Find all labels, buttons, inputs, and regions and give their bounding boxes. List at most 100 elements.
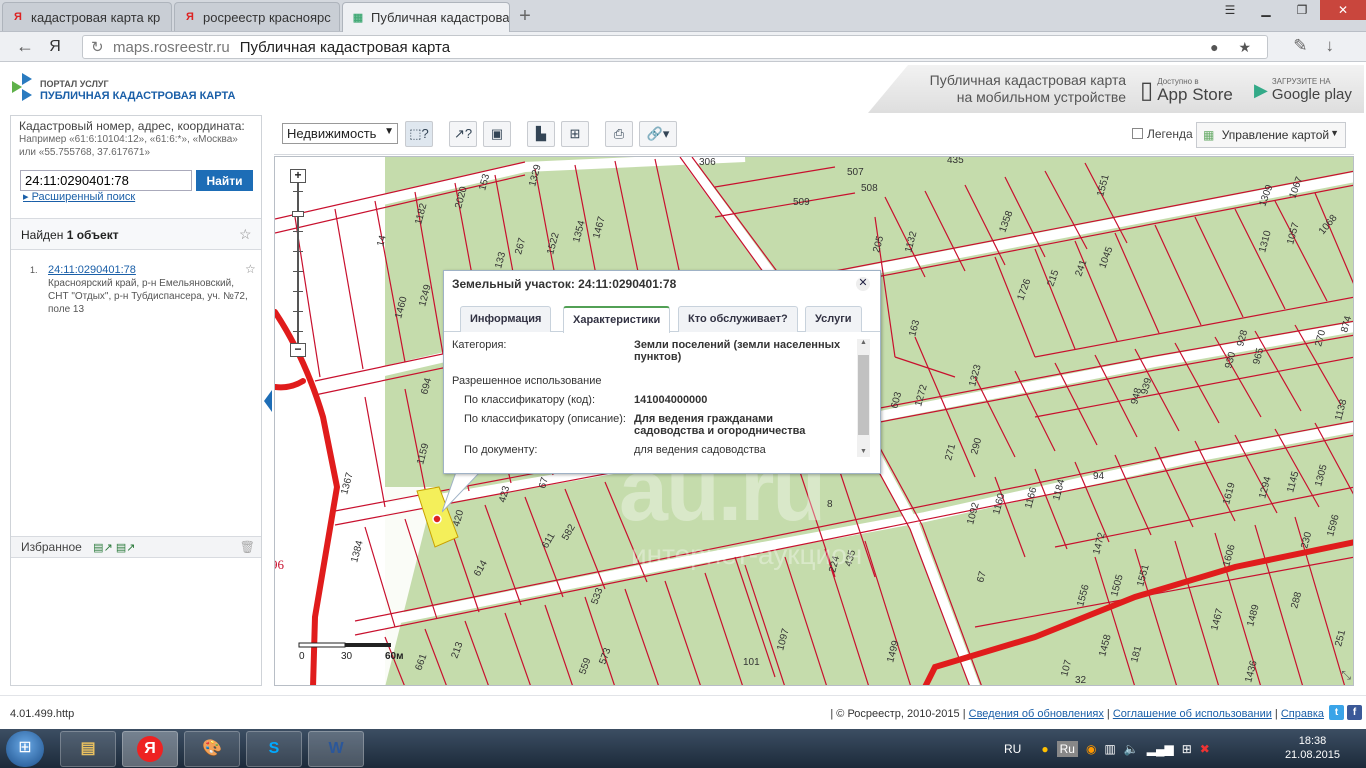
signal-icon[interactable]: ▂▄▆ bbox=[1147, 742, 1174, 756]
export-icon[interactable]: ▤↗ ▤↗ bbox=[93, 542, 135, 554]
browser-tab-1[interactable]: Я кадастровая карта кр bbox=[2, 2, 172, 31]
area-tool-icon[interactable]: ⊞ bbox=[561, 121, 589, 147]
paint-taskbar-icon[interactable]: 🎨 bbox=[184, 731, 240, 767]
bookmark-star-icon[interactable]: ● ★ bbox=[1210, 39, 1259, 56]
tab-who-serves[interactable]: Кто обслуживает? bbox=[678, 306, 798, 332]
parcel-label: 1354 bbox=[571, 219, 587, 244]
tab-services[interactable]: Услуги bbox=[805, 306, 862, 332]
scrollbar-thumb[interactable] bbox=[858, 355, 869, 435]
site-title[interactable]: ПУБЛИЧНАЯ КАДАСТРОВАЯ КАРТА bbox=[40, 90, 235, 102]
scale-label-30: 30 bbox=[341, 651, 353, 662]
reload-icon[interactable]: ↻ bbox=[91, 38, 104, 56]
word-taskbar-icon[interactable]: W bbox=[308, 731, 364, 767]
start-button[interactable]: ⊞ bbox=[6, 731, 44, 767]
download-icon[interactable]: ✎↓ bbox=[1293, 36, 1352, 56]
zoom-slider-thumb[interactable] bbox=[292, 211, 304, 217]
browser-tab-bar: Я кадастровая карта кр Я росреестр красн… bbox=[0, 0, 1366, 32]
zoom-in-button[interactable]: + bbox=[290, 169, 306, 183]
play-icon: ▶ bbox=[1254, 79, 1268, 100]
ruler-tool-icon[interactable]: ▙ bbox=[527, 121, 555, 147]
map-side-number: 96 bbox=[275, 557, 285, 572]
menu-icon[interactable]: ☰ bbox=[1212, 0, 1248, 20]
tab-characteristics[interactable]: Характеристики bbox=[563, 306, 671, 333]
popup-scrollbar[interactable]: ▲ ▼ bbox=[857, 339, 870, 457]
maximize-icon[interactable]: ❐ bbox=[1284, 0, 1320, 20]
scale-label-60: 60м bbox=[385, 651, 404, 662]
url-field[interactable]: ↻ maps.rosreestr.ru Публичная кадастрова… bbox=[82, 35, 1268, 59]
close-popup-icon[interactable]: ✕ bbox=[856, 277, 870, 291]
print-icon[interactable]: ⎙ bbox=[605, 121, 633, 147]
search-input[interactable] bbox=[20, 170, 192, 191]
browser-tab-2[interactable]: Я росреестр красноярс bbox=[174, 2, 340, 31]
parcel-label: 271 bbox=[943, 442, 958, 461]
action-center-icon[interactable]: ✖ bbox=[1200, 742, 1210, 756]
parcel-label: 213 bbox=[449, 640, 465, 660]
close-window-icon[interactable]: ✕ bbox=[1320, 0, 1366, 20]
tab-label: Публичная кадастрова bbox=[371, 10, 510, 25]
yandex-browser-taskbar-icon[interactable]: Я bbox=[122, 731, 178, 767]
row-key: Разрешенное использование bbox=[452, 375, 602, 387]
parcel-label: 32 bbox=[1075, 675, 1087, 686]
tray-app-icon[interactable]: ◉ bbox=[1086, 742, 1096, 756]
portal-logo-icon[interactable] bbox=[10, 71, 34, 105]
googleplay-button[interactable]: ▶ ЗАГРУЗИТЕ НА Google play bbox=[1254, 71, 1352, 109]
advanced-search-link[interactable]: ▸ Расширенный поиск bbox=[23, 190, 135, 203]
identify-tool-icon[interactable]: ↗? bbox=[449, 121, 477, 147]
explorer-taskbar-icon[interactable]: ▤ bbox=[60, 731, 116, 767]
found-prefix: Найден bbox=[21, 228, 64, 242]
network-icon[interactable]: ▥ bbox=[1104, 742, 1115, 756]
yandex-button[interactable]: Я bbox=[40, 38, 70, 56]
phone-icon: ▯ bbox=[1140, 76, 1154, 104]
trash-icon[interactable]: 🗑 bbox=[240, 540, 255, 554]
selected-parcel-marker-icon[interactable] bbox=[432, 514, 442, 524]
twitter-icon[interactable]: t bbox=[1329, 705, 1344, 720]
close-tab-icon[interactable]: ✕ bbox=[509, 11, 510, 25]
tab-information[interactable]: Информация bbox=[460, 306, 552, 332]
clock-date: 21.08.2015 bbox=[1284, 749, 1340, 761]
help-link[interactable]: Справка bbox=[1281, 708, 1324, 720]
facebook-icon[interactable]: f bbox=[1347, 705, 1362, 720]
zoom-slider-track[interactable] bbox=[297, 183, 299, 343]
zoom-out-button[interactable]: − bbox=[290, 343, 306, 357]
skype-taskbar-icon[interactable]: S bbox=[246, 731, 302, 767]
result-cadastral-link[interactable]: 24:11:0290401:78 bbox=[48, 264, 136, 276]
lang-indicator[interactable]: RU bbox=[1004, 742, 1021, 756]
found-header: Найден 1 объект bbox=[11, 218, 261, 250]
legend-checkbox[interactable]: Легенда bbox=[1132, 127, 1193, 141]
clock[interactable]: 18:38 21.08.2015 bbox=[1285, 734, 1340, 762]
terms-link[interactable]: Соглашение об использовании bbox=[1113, 708, 1272, 720]
parcel-label: 1323 bbox=[967, 363, 983, 388]
select-tool-icon[interactable]: ⬚? bbox=[405, 121, 433, 147]
resize-corner-icon[interactable]: ⤡ bbox=[1341, 668, 1351, 683]
volume-icon[interactable]: 🔈 bbox=[1124, 742, 1139, 756]
parcel-label: 1045 bbox=[1097, 245, 1115, 270]
window-controls: ☰ ▁ ❐ ✕ bbox=[1212, 0, 1366, 20]
minimize-icon[interactable]: ▁ bbox=[1248, 0, 1284, 20]
find-button[interactable]: Найти bbox=[196, 170, 253, 191]
favorite-all-star-icon[interactable]: ☆ bbox=[239, 226, 252, 243]
clock-time: 18:38 bbox=[1298, 735, 1327, 747]
parcel-label: 614 bbox=[472, 558, 490, 578]
map-toolbar: Недвижимость ▼ ⬚? ↗? ▣ ▙ ⊞ ⎙ 🔗▾ Легенда … bbox=[274, 115, 1354, 155]
info-tool-icon[interactable]: ▣ bbox=[483, 121, 511, 147]
map-management-dropdown[interactable]: ▦ Управление картой ▼ bbox=[1196, 122, 1346, 148]
scroll-up-icon[interactable]: ▲ bbox=[857, 339, 870, 346]
notification-icon[interactable]: ● bbox=[1041, 742, 1048, 756]
result-item: 1. 24:11:0290401:78 Красноярский край, р… bbox=[30, 264, 253, 316]
back-arrow-icon[interactable]: ← bbox=[10, 36, 40, 57]
updates-link[interactable]: Сведения об обновлениях bbox=[969, 708, 1104, 720]
parcel-label: 67 bbox=[975, 570, 989, 584]
keyboard-layout-icon[interactable]: Ru bbox=[1056, 740, 1078, 757]
favorite-item-star-icon[interactable]: ☆ bbox=[245, 262, 256, 276]
search-hint: Кадастровый номер, адрес, координата: На… bbox=[19, 120, 255, 159]
search-hint-title: Кадастровый номер, адрес, координата: bbox=[19, 119, 245, 133]
appstore-button[interactable]: ▯ Доступно в App Store bbox=[1140, 71, 1233, 109]
browser-tab-3[interactable]: ▦ Публичная кадастрова ✕ bbox=[342, 2, 510, 32]
collapse-panel-handle[interactable] bbox=[264, 390, 272, 412]
scroll-down-icon[interactable]: ▼ bbox=[857, 448, 870, 455]
new-tab-button[interactable]: + bbox=[512, 4, 538, 28]
parcel-label: 1436 bbox=[1243, 659, 1259, 684]
layer-select[interactable]: Недвижимость ▼ bbox=[282, 123, 398, 144]
link-icon[interactable]: 🔗▾ bbox=[639, 121, 677, 147]
windows-flag-icon[interactable]: ⊞ bbox=[1182, 742, 1192, 756]
